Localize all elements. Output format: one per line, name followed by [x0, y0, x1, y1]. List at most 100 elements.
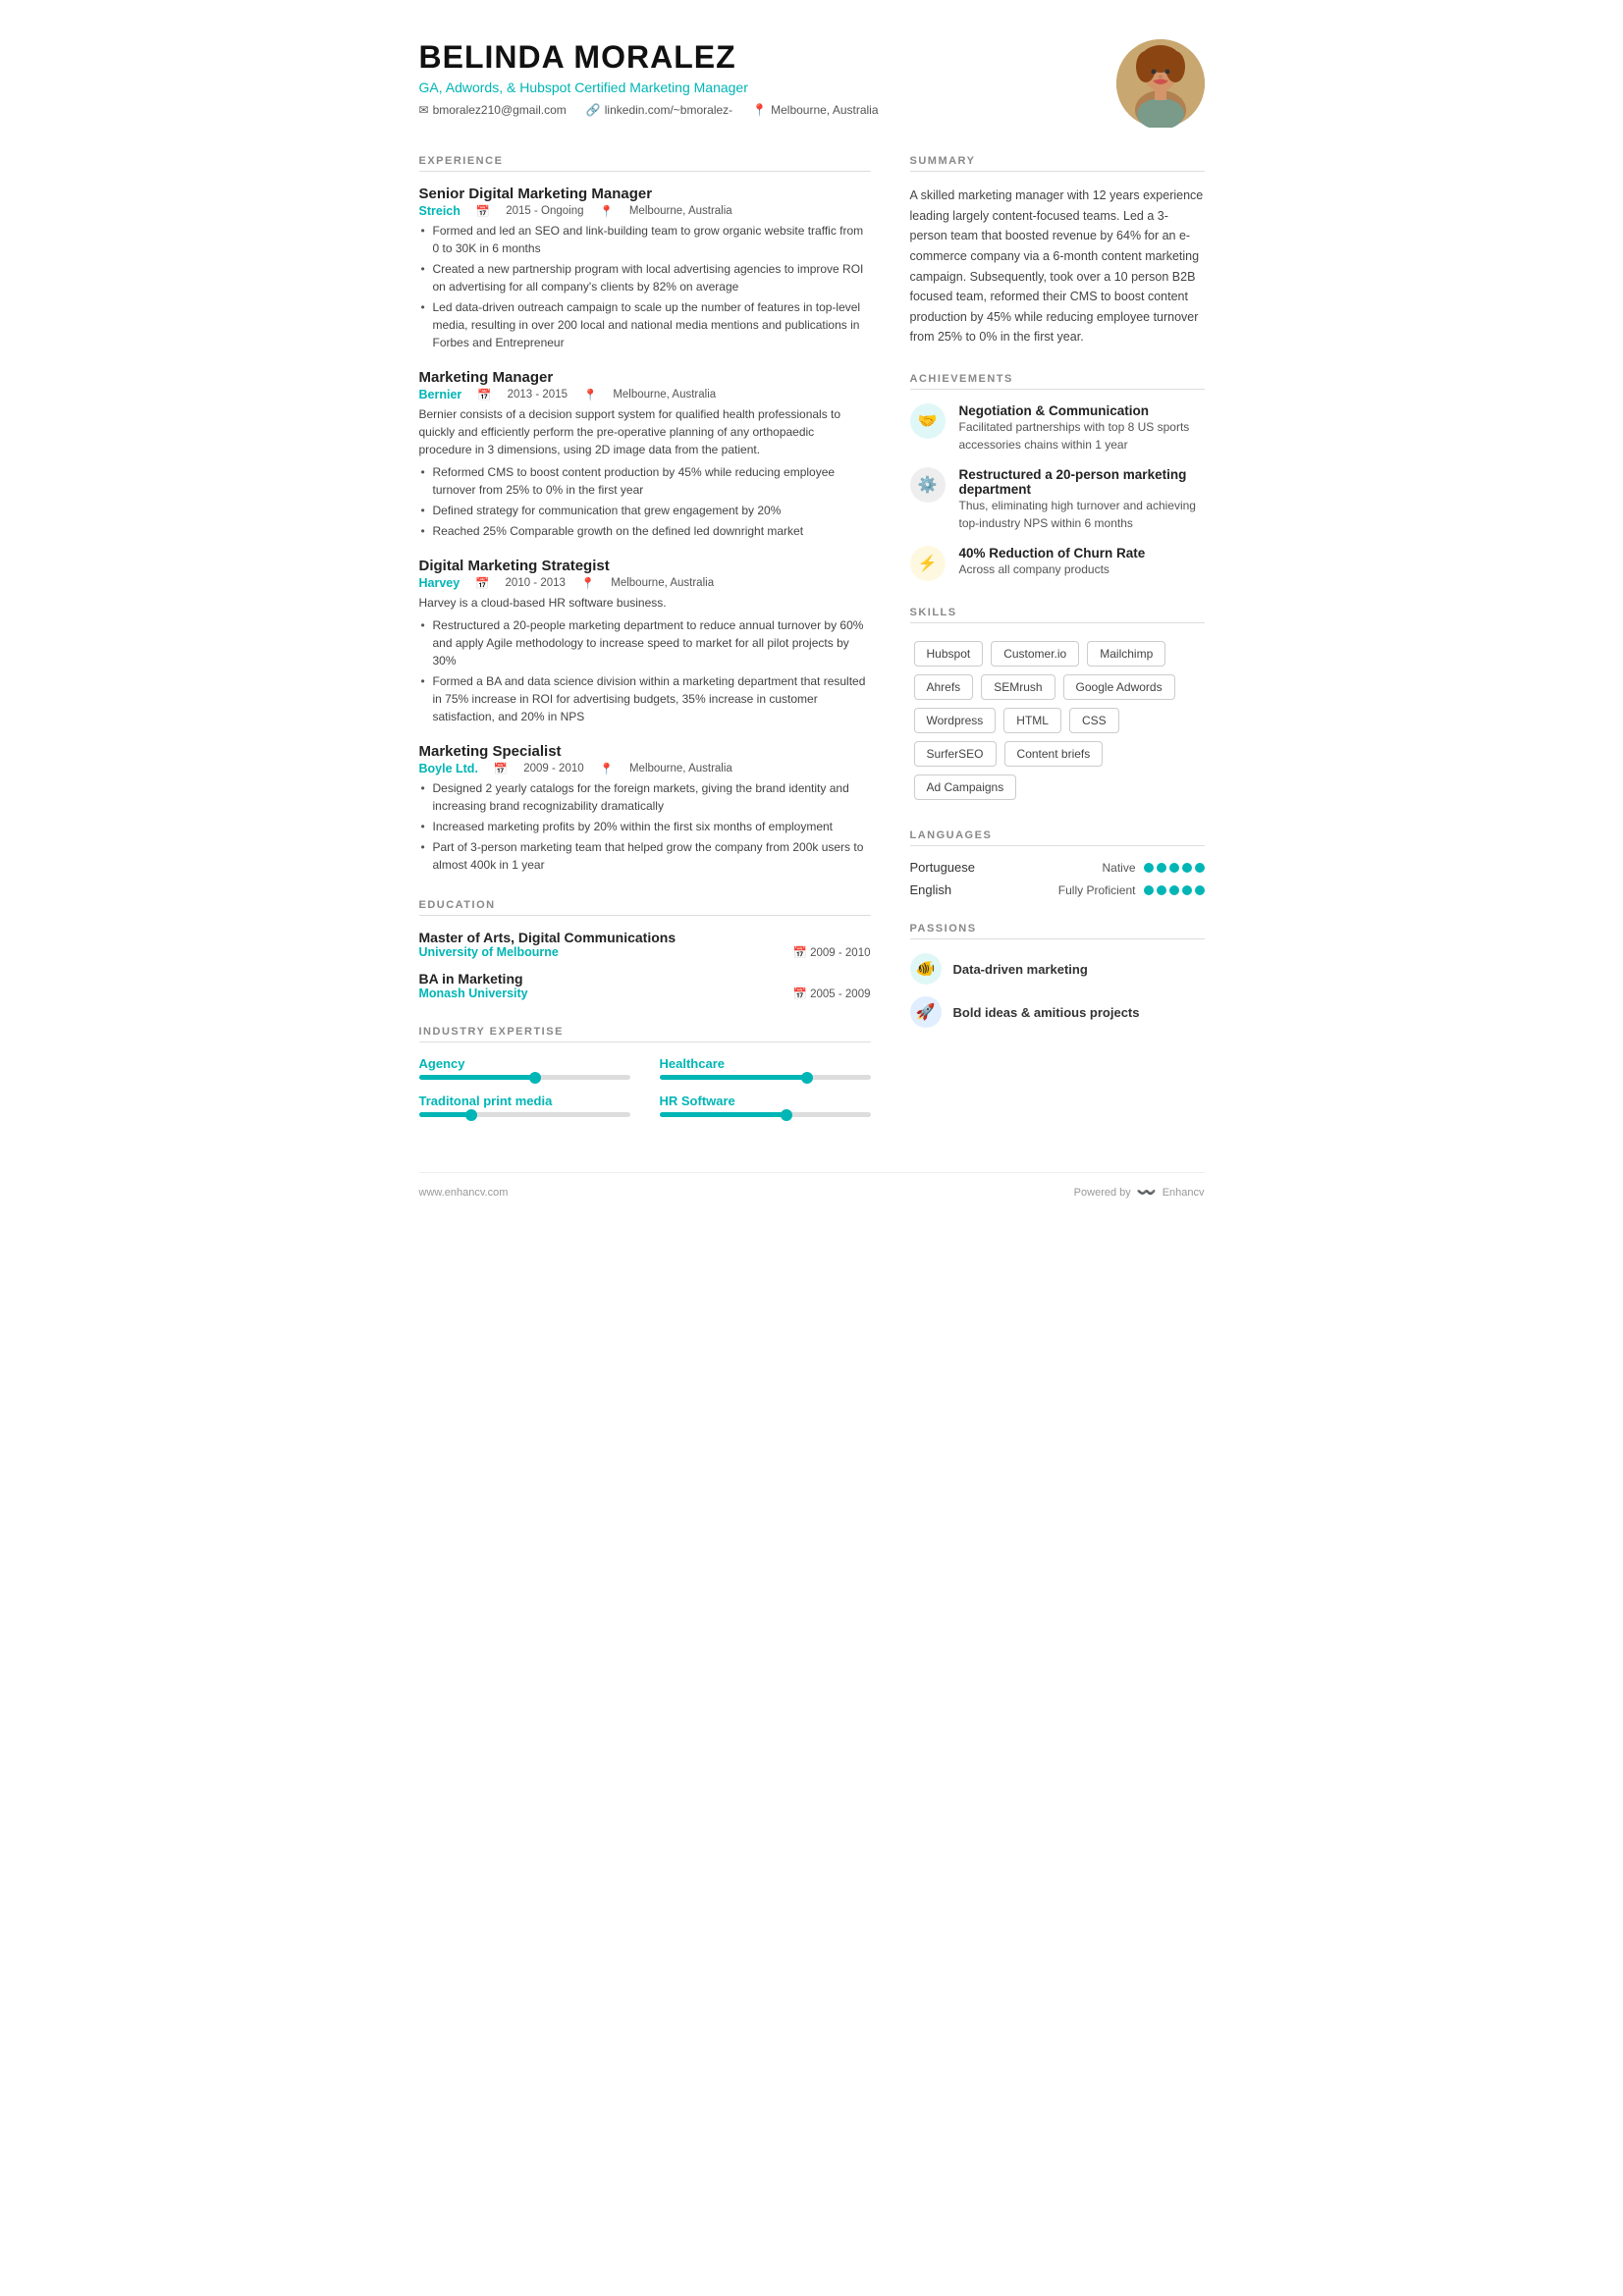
passion-icon-1: 🚀: [910, 996, 942, 1028]
enhancv-logo: 〰️: [1137, 1183, 1157, 1202]
lang-dot-0-0: [1144, 863, 1154, 873]
passion-item-1: 🚀 Bold ideas & amitious projects: [910, 996, 1205, 1028]
email-value: bmoralez210@gmail.com: [433, 103, 567, 117]
achievement-title-0: Negotiation & Communication: [959, 403, 1205, 418]
expertise-bar-dot-3: [781, 1109, 792, 1121]
bullet-1-2: Created a new partnership program with l…: [419, 260, 871, 295]
date-icon-4: 📅: [494, 762, 508, 775]
avatar: [1116, 39, 1205, 128]
powered-by-text: Powered by: [1074, 1187, 1131, 1199]
loc-icon-1: 📍: [600, 204, 614, 218]
job-title-3: Digital Marketing Strategist: [419, 558, 871, 574]
education-label: EDUCATION: [419, 899, 871, 916]
lang-dot-1-3: [1182, 885, 1192, 895]
expertise-bar-fill-3: [660, 1112, 786, 1117]
passion-label-1: Bold ideas & amitious projects: [953, 1005, 1140, 1020]
edu-date-icon-1: 📅: [793, 947, 807, 959]
edu-meta-2: Monash University 📅 2005 - 2009: [419, 987, 871, 1000]
achievements-container: 🤝 Negotiation & Communication Facilitate…: [910, 403, 1205, 581]
bullet-1-1: Formed and led an SEO and link-building …: [419, 222, 871, 257]
loc-icon-4: 📍: [600, 762, 614, 775]
footer-url: www.enhancv.com: [419, 1187, 509, 1199]
job-meta-1: Streich 📅 2015 - Ongoing 📍 Melbourne, Au…: [419, 204, 871, 218]
job-block-1: Senior Digital Marketing Manager Streich…: [419, 186, 871, 351]
job-title-2: Marketing Manager: [419, 369, 871, 386]
passions-label: PASSIONS: [910, 923, 1205, 939]
expertise-grid: Agency Healthcare Traditonal print media…: [419, 1056, 871, 1117]
date-icon-1: 📅: [476, 204, 490, 218]
edu-meta-1: University of Melbourne 📅 2009 - 2010: [419, 945, 871, 959]
lang-dot-1-1: [1157, 885, 1166, 895]
achievement-desc-2: Across all company products: [959, 561, 1146, 578]
lang-dot-1-2: [1169, 885, 1179, 895]
expertise-bar-dot-2: [465, 1109, 477, 1121]
expertise-item-2: Traditonal print media: [419, 1094, 630, 1117]
location-2: Melbourne, Australia: [613, 389, 716, 400]
achievement-text-2: 40% Reduction of Churn Rate Across all c…: [959, 546, 1146, 578]
bullet-2-1: Reformed CMS to boost content production…: [419, 463, 871, 499]
job-meta-4: Boyle Ltd. 📅 2009 - 2010 📍 Melbourne, Au…: [419, 762, 871, 775]
achievement-text-0: Negotiation & Communication Facilitated …: [959, 403, 1205, 454]
passions-section: PASSIONS 🐠 Data-driven marketing 🚀 Bold …: [910, 923, 1205, 1028]
bullet-3-2: Formed a BA and data science division wi…: [419, 672, 871, 725]
header-info: BELINDA MORALEZ GA, Adwords, & Hubspot C…: [419, 39, 879, 117]
languages-label: LANGUAGES: [910, 829, 1205, 846]
skill-tag-7: HTML: [1003, 708, 1061, 733]
edu-degree-1: Master of Arts, Digital Communications: [419, 930, 871, 945]
edu-date-2: 📅 2005 - 2009: [793, 987, 871, 1000]
edu-degree-2: BA in Marketing: [419, 971, 871, 987]
candidate-title: GA, Adwords, & Hubspot Certified Marketi…: [419, 80, 879, 95]
bullets-4: Designed 2 yearly catalogs for the forei…: [419, 779, 871, 874]
date-icon-3: 📅: [475, 576, 489, 590]
job-title-1: Senior Digital Marketing Manager: [419, 186, 871, 202]
expertise-label: INDUSTRY EXPERTISE: [419, 1026, 871, 1042]
job-title-4: Marketing Specialist: [419, 743, 871, 760]
location-1: Melbourne, Australia: [629, 205, 732, 217]
passions-container: 🐠 Data-driven marketing 🚀 Bold ideas & a…: [910, 953, 1205, 1028]
achievement-item-1: ⚙️ Restructured a 20-person marketing de…: [910, 467, 1205, 532]
bullet-1-3: Led data-driven outreach campaign to sca…: [419, 298, 871, 351]
expertise-item-3: HR Software: [660, 1094, 871, 1117]
achievement-desc-0: Facilitated partnerships with top 8 US s…: [959, 418, 1205, 454]
skill-tag-9: SurferSEO: [914, 741, 997, 767]
right-column: SUMMARY A skilled marketing manager with…: [910, 155, 1205, 1143]
lang-name-1: English: [910, 882, 952, 897]
expertise-item-0: Agency: [419, 1056, 630, 1080]
skills-section: SKILLS HubspotCustomer.ioMailchimpAhrefs…: [910, 607, 1205, 804]
achievement-title-1: Restructured a 20-person marketing depar…: [959, 467, 1205, 497]
expertise-label-1: Healthcare: [660, 1056, 871, 1071]
loc-icon-3: 📍: [581, 576, 595, 590]
passion-icon-0: 🐠: [910, 953, 942, 985]
contact-row: ✉ bmoralez210@gmail.com 🔗 linkedin.com/~…: [419, 103, 879, 117]
summary-text: A skilled marketing manager with 12 year…: [910, 186, 1205, 347]
expertise-bar-bg-2: [419, 1112, 630, 1117]
edu-school-1: University of Melbourne: [419, 945, 559, 959]
achievements-label: ACHIEVEMENTS: [910, 373, 1205, 390]
bullets-2: Reformed CMS to boost content production…: [419, 463, 871, 540]
lang-level-0: Native: [1102, 861, 1135, 875]
lang-dot-1-0: [1144, 885, 1154, 895]
skill-tag-4: SEMrush: [981, 674, 1055, 700]
expertise-bar-fill-2: [419, 1112, 472, 1117]
lang-dot-0-3: [1182, 863, 1192, 873]
bullet-4-3: Part of 3-person marketing team that hel…: [419, 838, 871, 874]
company-1: Streich: [419, 204, 460, 218]
job-block-2: Marketing Manager Bernier 📅 2013 - 2015 …: [419, 369, 871, 540]
achievement-title-2: 40% Reduction of Churn Rate: [959, 546, 1146, 561]
loc-icon-2: 📍: [583, 388, 597, 401]
left-column: EXPERIENCE Senior Digital Marketing Mana…: [419, 155, 871, 1143]
job-desc-2: Bernier consists of a decision support s…: [419, 405, 871, 458]
edu-date-1: 📅 2009 - 2010: [793, 945, 871, 959]
job-meta-2: Bernier 📅 2013 - 2015 📍 Melbourne, Austr…: [419, 388, 871, 401]
lang-dots-1: [1144, 885, 1205, 895]
skill-tag-5: Google Adwords: [1063, 674, 1175, 700]
skill-tag-10: Content briefs: [1004, 741, 1104, 767]
lang-dot-0-1: [1157, 863, 1166, 873]
expertise-section: INDUSTRY EXPERTISE Agency Healthcare Tra…: [419, 1026, 871, 1117]
achievement-icon-0: 🤝: [910, 403, 946, 439]
job-block-4: Marketing Specialist Boyle Ltd. 📅 2009 -…: [419, 743, 871, 874]
job-meta-3: Harvey 📅 2010 - 2013 📍 Melbourne, Austra…: [419, 576, 871, 590]
dates-3: 2010 - 2013: [506, 577, 566, 589]
linkedin-contact: 🔗 linkedin.com/~bmoralez-: [586, 103, 732, 117]
expertise-bar-fill-1: [660, 1075, 808, 1080]
